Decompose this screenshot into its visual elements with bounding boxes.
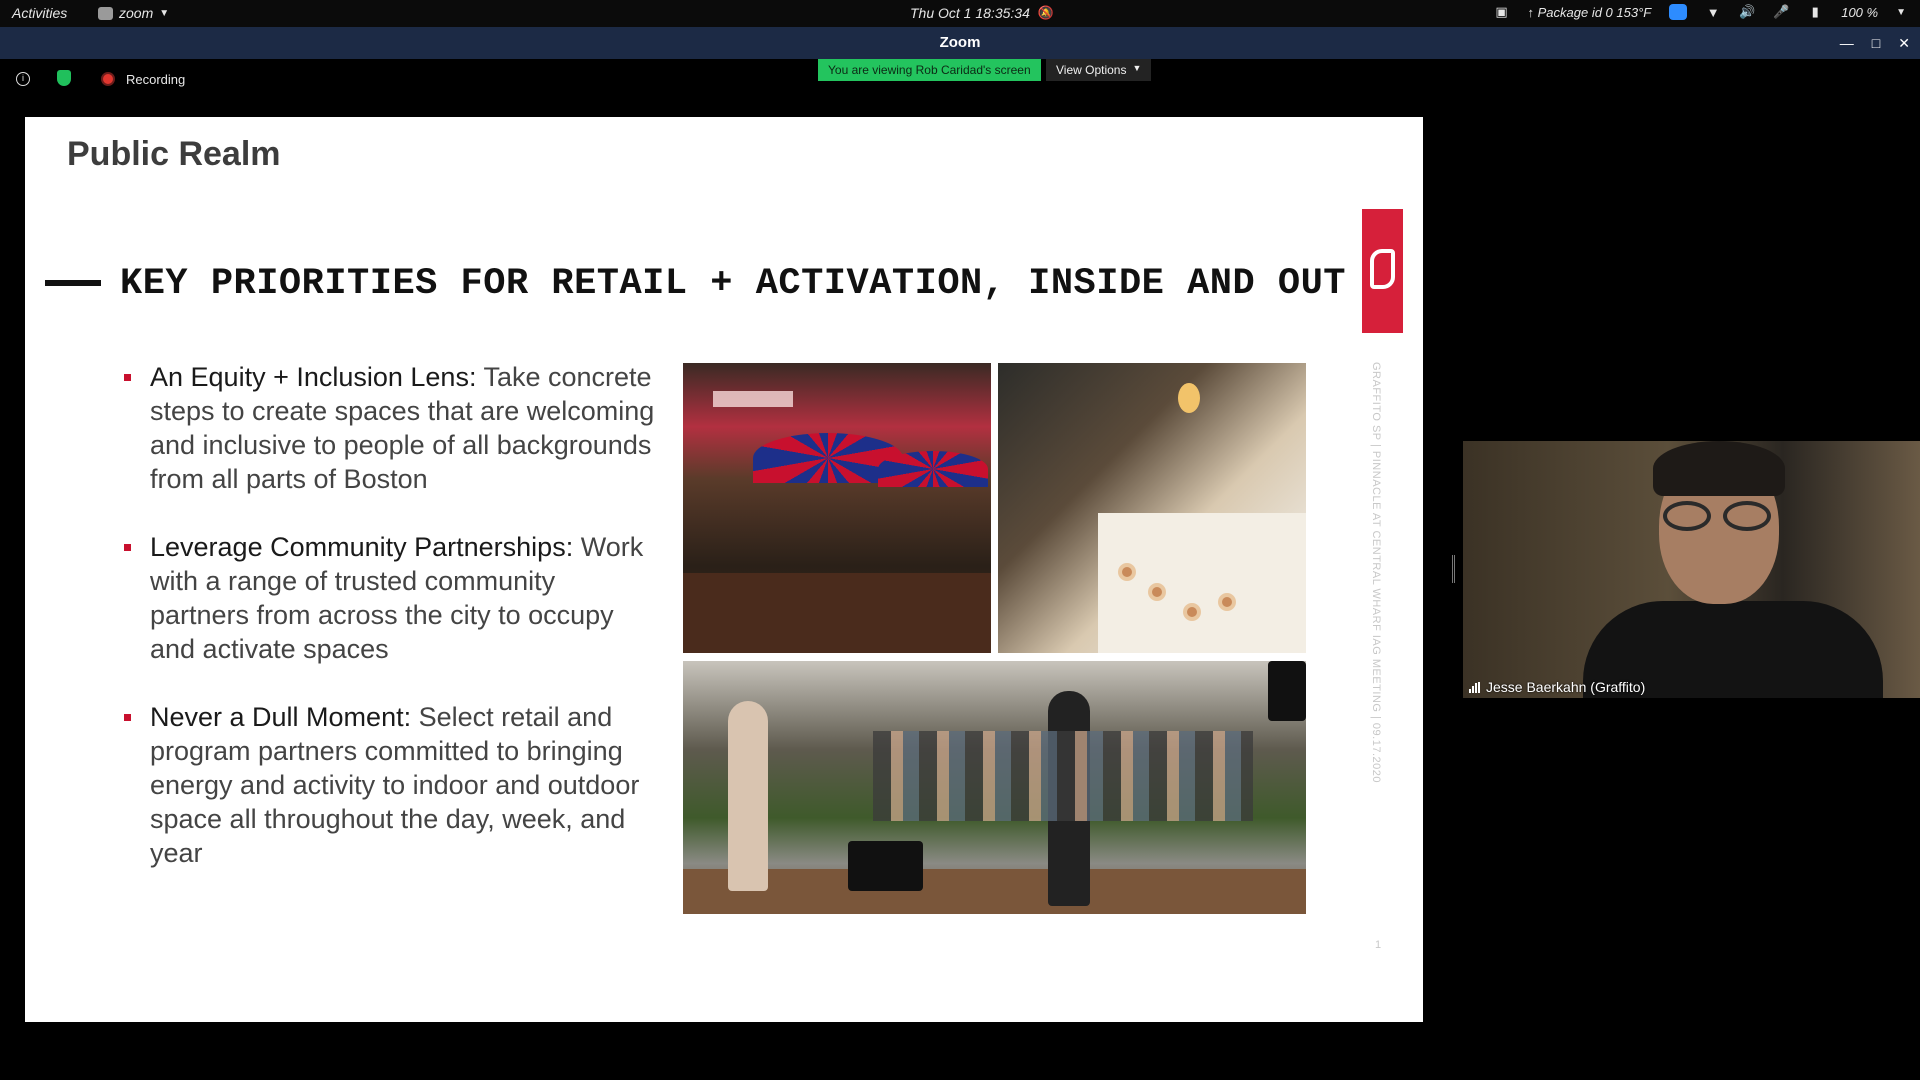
window-title-bar: Zoom — □ ✕	[0, 27, 1920, 59]
info-icon[interactable]: i	[16, 72, 30, 86]
list-item: Never a Dull Moment: Select retail and p…	[120, 700, 660, 870]
logo-mark	[1370, 249, 1395, 289]
storefront-sign	[713, 391, 793, 407]
zoom-app-icon	[98, 6, 113, 20]
clock[interactable]: Thu Oct 1 18:35:34 🔕	[910, 5, 1054, 21]
notifications-muted-icon: 🔕	[1037, 5, 1054, 20]
zoom-tray-icon[interactable]	[1669, 4, 1688, 20]
slide-page-number: 1	[1375, 939, 1382, 951]
stage-floor	[683, 869, 1306, 914]
donut-shape	[1183, 603, 1201, 621]
recording-label: Recording	[126, 72, 186, 87]
maximize-icon[interactable]: □	[1872, 27, 1880, 59]
slide-side-caption: GRAFFITO SP | PINNACLE AT CENTRAL WHARF …	[1370, 362, 1382, 783]
recording-icon	[101, 72, 115, 86]
volume-icon[interactable]: 🔊	[1739, 4, 1755, 20]
app-menu-label: zoom	[119, 5, 154, 21]
chevron-down-icon: ▼	[1132, 63, 1142, 73]
panel-resize-handle[interactable]	[1452, 555, 1455, 583]
video-figure-glasses	[1663, 501, 1775, 533]
battery-icon[interactable]: ▮	[1807, 4, 1823, 20]
display-case	[1098, 513, 1306, 653]
app-menu[interactable]: zoom ▼	[98, 5, 169, 21]
video-figure-hair	[1653, 441, 1785, 496]
graffito-logo	[1362, 209, 1403, 333]
bullet-lead: Never a Dull Moment:	[150, 702, 412, 732]
bullet-lead: Leverage Community Partnerships:	[150, 532, 574, 562]
window-title: Zoom	[939, 34, 981, 51]
photo-bakery-counter	[998, 363, 1306, 653]
priority-list: An Equity + Inclusion Lens: Take concret…	[120, 360, 660, 904]
shared-screen-slide: Public Realm KEY PRIORITIES FOR RETAIL +…	[25, 117, 1423, 1022]
activities-button[interactable]: Activities	[12, 5, 67, 21]
window-controls: — □ ✕	[1840, 27, 1910, 59]
bullet-lead: An Equity + Inclusion Lens:	[150, 362, 477, 392]
photo-outdoor-cafe	[683, 363, 991, 653]
pendant-lamp-shape	[1178, 383, 1200, 413]
donut-shape	[1118, 563, 1136, 581]
viewing-screen-banner: You are viewing Rob Caridad's screen	[818, 59, 1041, 81]
system-tray[interactable]: ▣ ↑ Package id 0 153°F ▼ 🔊 🎤 ▮ 100 % ▼	[1494, 4, 1906, 20]
participant-name: Jesse Baerkahn (Graffito)	[1486, 679, 1646, 695]
list-item: Leverage Community Partnerships: Work wi…	[120, 530, 660, 666]
list-item: An Equity + Inclusion Lens: Take concret…	[120, 360, 660, 496]
clock-label: Thu Oct 1 18:35:34	[910, 5, 1030, 21]
chevron-down-icon: ▼	[159, 7, 170, 19]
speaker-shape	[848, 841, 923, 891]
package-indicator[interactable]: ↑ Package id 0 153°F	[1528, 5, 1652, 20]
view-options-label: View Options	[1056, 63, 1127, 77]
battery-percent[interactable]: 100 %	[1841, 5, 1878, 20]
planter-shape	[683, 573, 991, 653]
wifi-icon[interactable]: ▼	[1705, 4, 1721, 20]
minimize-icon[interactable]: —	[1840, 27, 1854, 59]
speaker-shape	[1268, 661, 1306, 721]
slide-headline: KEY PRIORITIES FOR RETAIL + ACTIVATION, …	[120, 263, 1346, 305]
performer-figure	[728, 701, 768, 891]
audience-shape	[873, 731, 1253, 821]
view-options-button[interactable]: View Options ▼	[1046, 59, 1152, 81]
photo-outdoor-performance	[683, 661, 1306, 914]
system-top-bar: Activities zoom ▼ Thu Oct 1 18:35:34 🔕 ▣…	[0, 0, 1920, 27]
donut-shape	[1218, 593, 1236, 611]
donut-shape	[1148, 583, 1166, 601]
system-menu-chevron-icon[interactable]: ▼	[1896, 7, 1906, 18]
signal-strength-icon	[1469, 681, 1480, 693]
participant-name-tag: Jesse Baerkahn (Graffito)	[1469, 679, 1645, 695]
slide-title: Public Realm	[67, 135, 281, 173]
microphone-icon[interactable]: 🎤	[1773, 4, 1789, 20]
close-icon[interactable]: ✕	[1898, 27, 1910, 59]
security-shield-icon[interactable]	[57, 70, 71, 86]
screen-icon[interactable]: ▣	[1494, 4, 1510, 20]
headline-dash	[45, 280, 101, 286]
meeting-info-bar: i Recording You are viewing Rob Caridad'…	[0, 59, 1920, 101]
participant-video[interactable]: Jesse Baerkahn (Graffito)	[1463, 441, 1920, 698]
umbrella-shape	[878, 451, 988, 487]
